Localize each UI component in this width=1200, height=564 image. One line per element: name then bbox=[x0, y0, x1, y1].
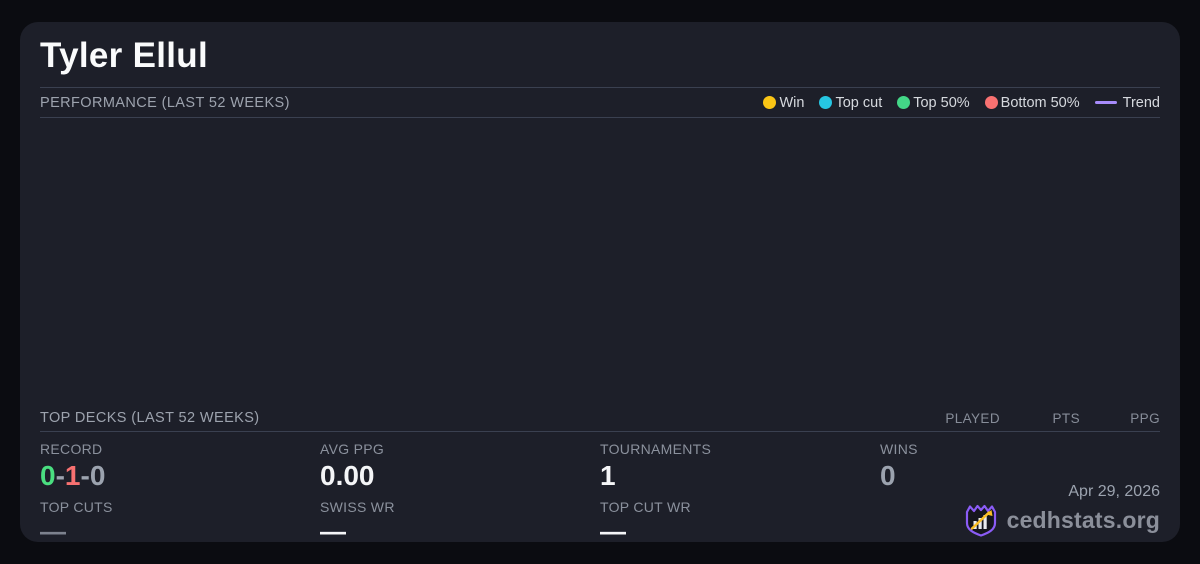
legend-label: Top 50% bbox=[913, 94, 970, 111]
legend-item-bottom-50: Bottom 50% bbox=[984, 94, 1080, 111]
top-cut-wr-value: — bbox=[600, 516, 626, 547]
stat-label: TOP CUTS bbox=[40, 499, 113, 516]
stat-label: WINS bbox=[880, 441, 918, 457]
column-header-ppg: PPG bbox=[1130, 410, 1160, 426]
performance-header-row: PERFORMANCE (LAST 52 WEEKS) Win Top cut … bbox=[40, 88, 1160, 118]
swiss-wr-value: — bbox=[320, 516, 346, 547]
stat-label: RECORD bbox=[40, 441, 103, 457]
top-decks-heading: TOP DECKS (LAST 52 WEEKS) bbox=[40, 410, 260, 426]
legend-item-top-50: Top 50% bbox=[897, 94, 970, 111]
card-header: Tyler Ellul bbox=[40, 22, 1160, 88]
record-sep: - bbox=[55, 460, 65, 491]
record-value: 0-1-0 bbox=[40, 460, 320, 492]
record-draws: 0 bbox=[89, 460, 106, 491]
page-title: Tyler Ellul bbox=[40, 36, 208, 75]
tournaments-value: 1 bbox=[600, 460, 616, 491]
chart-legend: Win Top cut Top 50% Bottom 50% Trend bbox=[763, 95, 1160, 111]
top-decks-columns: PLAYED PTS PPG bbox=[920, 411, 1160, 426]
stat-label: SWISS WR bbox=[320, 499, 395, 516]
brand-name: cedhstats.org bbox=[1006, 506, 1160, 533]
column-header-pts: PTS bbox=[1052, 410, 1080, 426]
player-stats-card: Tyler Ellul PERFORMANCE (LAST 52 WEEKS) … bbox=[20, 22, 1180, 544]
legend-item-top-cut: Top cut bbox=[819, 95, 882, 111]
performance-heading: PERFORMANCE (LAST 52 WEEKS) bbox=[40, 94, 290, 111]
stat-record: RECORD 0-1-0 TOP CUTS — bbox=[40, 441, 320, 551]
record-wins: 0 bbox=[40, 460, 56, 491]
stat-label: AVG PPG bbox=[320, 441, 385, 457]
legend-item-trend: Trend bbox=[1094, 94, 1160, 111]
bottom-50-dot-icon bbox=[984, 96, 998, 109]
date-label: Apr 29, 2026 bbox=[1068, 483, 1160, 500]
record-sep: - bbox=[80, 460, 90, 491]
top-50-dot-icon bbox=[897, 96, 911, 109]
top-cut-dot-icon bbox=[819, 96, 833, 109]
stat-avg-ppg: AVG PPG 0.00 SWISS WR — bbox=[320, 441, 600, 551]
stat-tournaments: TOURNAMENTS 1 TOP CUT WR — bbox=[600, 441, 880, 551]
stat-label: TOP CUT WR bbox=[600, 499, 691, 516]
legend-label: Trend bbox=[1122, 94, 1160, 111]
legend-label: Top cut bbox=[835, 94, 883, 111]
cedhstats-shield-logo-icon bbox=[965, 504, 996, 537]
column-header-played: PLAYED bbox=[945, 410, 1000, 426]
legend-label: Bottom 50% bbox=[1000, 94, 1080, 111]
brand-row: cedhstats.org bbox=[963, 502, 1160, 538]
top-cuts-value: — bbox=[40, 516, 66, 547]
stat-label: TOURNAMENTS bbox=[600, 441, 712, 457]
performance-chart-area bbox=[40, 118, 1160, 405]
win-dot-icon bbox=[763, 96, 777, 109]
legend-label: Win bbox=[779, 94, 805, 111]
top-decks-header-row: TOP DECKS (LAST 52 WEEKS) PLAYED PTS PPG bbox=[40, 405, 1160, 432]
record-losses: 1 bbox=[64, 460, 81, 491]
trend-line-icon bbox=[1094, 101, 1117, 104]
legend-item-win: Win bbox=[763, 95, 804, 111]
card-footer: Apr 29, 2026 cedhstats.org bbox=[963, 483, 1160, 538]
avg-ppg-value: 0.00 bbox=[320, 460, 375, 491]
